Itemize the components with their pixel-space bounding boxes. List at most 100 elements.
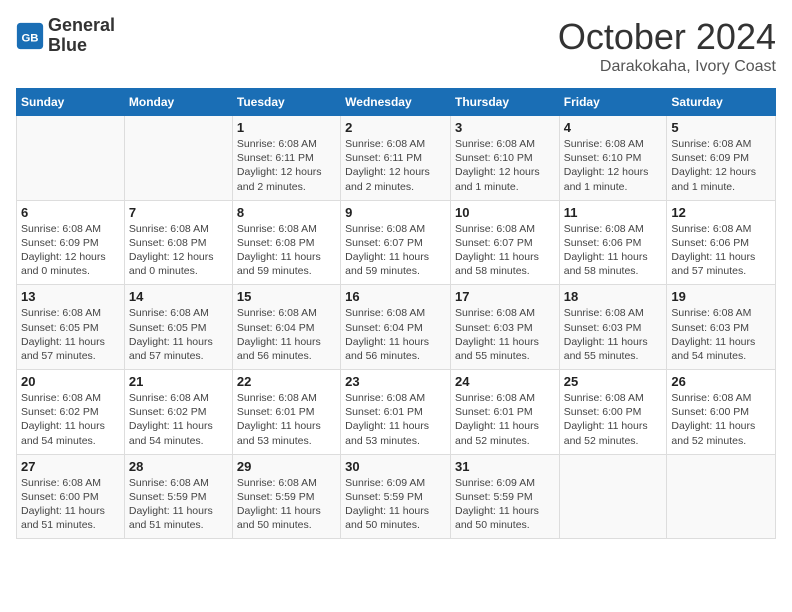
calendar-cell: 2Sunrise: 6:08 AM Sunset: 6:11 PM Daylig…	[341, 116, 451, 201]
day-number: 12	[671, 205, 771, 220]
calendar-cell: 31 Sunrise: 6:09 AM Sunset: 5:59 PM Dayli…	[450, 454, 559, 539]
weekday-header: Sunday	[17, 89, 125, 116]
calendar-cell: 21 Sunrise: 6:08 AM Sunset: 6:02 PM Dayli…	[124, 370, 232, 455]
day-info: Sunrise: 6:08 AM Sunset: 6:07 PM Dayligh…	[345, 222, 446, 279]
day-info: Sunrise: 6:08 AM Sunset: 5:59 PM Dayligh…	[237, 476, 336, 533]
day-number: 24	[455, 374, 555, 389]
day-info: Sunrise: 6:08 AM Sunset: 6:00 PM Dayligh…	[21, 476, 120, 533]
month-title: October 2024	[558, 16, 776, 58]
calendar-cell	[667, 454, 776, 539]
day-number: 6	[21, 205, 120, 220]
logo-line1: General	[48, 16, 115, 36]
day-number: 23	[345, 374, 446, 389]
day-info: Sunrise: 6:09 AM Sunset: 5:59 PM Dayligh…	[455, 476, 555, 533]
calendar-week-row: 27Sunrise: 6:08 AM Sunset: 6:00 PM Dayli…	[17, 454, 776, 539]
calendar-week-row: 1 Sunrise: 6:08 AM Sunset: 6:11 PM Daylig…	[17, 116, 776, 201]
calendar-cell: 20 Sunrise: 6:08 AM Sunset: 6:02 PM Dayli…	[17, 370, 125, 455]
day-info: Sunrise: 6:08 AM Sunset: 6:04 PM Dayligh…	[345, 306, 446, 363]
calendar-cell: 19 Sunrise: 6:08 AM Sunset: 6:03 PM Dayli…	[667, 285, 776, 370]
weekday-header: Wednesday	[341, 89, 451, 116]
weekday-header: Monday	[124, 89, 232, 116]
day-number: 8	[237, 205, 336, 220]
day-number: 10	[455, 205, 555, 220]
day-number: 22	[237, 374, 336, 389]
day-info: Sunrise: 6:08 AM Sunset: 6:08 PM Dayligh…	[237, 222, 336, 279]
day-info: Sunrise: 6:08 AM Sunset: 6:08 PM Dayligh…	[129, 222, 228, 279]
weekday-header: Thursday	[450, 89, 559, 116]
day-info: Sunrise: 6:08 AM Sunset: 6:03 PM Dayligh…	[564, 306, 663, 363]
day-number: 4	[564, 120, 663, 135]
day-info: Sunrise: 6:08 AM Sunset: 6:11 PM Dayligh…	[237, 137, 336, 194]
calendar-cell: 28 Sunrise: 6:08 AM Sunset: 5:59 PM Dayli…	[124, 454, 232, 539]
day-number: 30	[345, 459, 446, 474]
weekday-header: Tuesday	[232, 89, 340, 116]
calendar-cell: 9 Sunrise: 6:08 AM Sunset: 6:07 PM Daylig…	[341, 200, 451, 285]
calendar-week-row: 20 Sunrise: 6:08 AM Sunset: 6:02 PM Dayli…	[17, 370, 776, 455]
calendar-cell: 6 Sunrise: 6:08 AM Sunset: 6:09 PM Daylig…	[17, 200, 125, 285]
day-info: Sunrise: 6:08 AM Sunset: 6:01 PM Dayligh…	[455, 391, 555, 448]
day-number: 29	[237, 459, 336, 474]
calendar-cell: 8 Sunrise: 6:08 AM Sunset: 6:08 PM Daylig…	[232, 200, 340, 285]
day-number: 20	[21, 374, 120, 389]
calendar-cell: 15 Sunrise: 6:08 AM Sunset: 6:04 PM Dayli…	[232, 285, 340, 370]
calendar-cell: 14 Sunrise: 6:08 AM Sunset: 6:05 PM Dayli…	[124, 285, 232, 370]
calendar-cell: 29 Sunrise: 6:08 AM Sunset: 5:59 PM Dayli…	[232, 454, 340, 539]
calendar-cell: 10 Sunrise: 6:08 AM Sunset: 6:07 PM Dayli…	[450, 200, 559, 285]
day-info: Sunrise: 6:08 AM Sunset: 6:06 PM Dayligh…	[564, 222, 663, 279]
day-info: Sunrise: 6:08 AM Sunset: 6:04 PM Dayligh…	[237, 306, 336, 363]
day-number: 11	[564, 205, 663, 220]
day-number: 9	[345, 205, 446, 220]
calendar-cell: 25Sunrise: 6:08 AM Sunset: 6:00 PM Dayli…	[559, 370, 667, 455]
day-number: 26	[671, 374, 771, 389]
day-number: 18	[564, 289, 663, 304]
calendar-header-row: SundayMondayTuesdayWednesdayThursdayFrid…	[17, 89, 776, 116]
calendar-cell: 1 Sunrise: 6:08 AM Sunset: 6:11 PM Daylig…	[232, 116, 340, 201]
calendar-cell: 12 Sunrise: 6:08 AM Sunset: 6:06 PM Dayli…	[667, 200, 776, 285]
day-info: Sunrise: 6:08 AM Sunset: 6:06 PM Dayligh…	[671, 222, 771, 279]
calendar-cell: 23Sunrise: 6:08 AM Sunset: 6:01 PM Dayli…	[341, 370, 451, 455]
day-number: 28	[129, 459, 228, 474]
day-info: Sunrise: 6:08 AM Sunset: 6:10 PM Dayligh…	[455, 137, 555, 194]
day-number: 1	[237, 120, 336, 135]
day-number: 13	[21, 289, 120, 304]
day-number: 5	[671, 120, 771, 135]
day-info: Sunrise: 6:08 AM Sunset: 6:05 PM Dayligh…	[129, 306, 228, 363]
day-info: Sunrise: 6:08 AM Sunset: 6:02 PM Dayligh…	[21, 391, 120, 448]
calendar-cell	[17, 116, 125, 201]
calendar-cell	[559, 454, 667, 539]
day-info: Sunrise: 6:08 AM Sunset: 6:09 PM Dayligh…	[671, 137, 771, 194]
day-info: Sunrise: 6:08 AM Sunset: 6:07 PM Dayligh…	[455, 222, 555, 279]
day-number: 16	[345, 289, 446, 304]
page-header: GB General Blue October 2024 Darakokaha,…	[16, 16, 776, 76]
day-number: 31	[455, 459, 555, 474]
calendar-cell: 5 Sunrise: 6:08 AM Sunset: 6:09 PM Daylig…	[667, 116, 776, 201]
day-info: Sunrise: 6:08 AM Sunset: 5:59 PM Dayligh…	[129, 476, 228, 533]
calendar-cell: 24 Sunrise: 6:08 AM Sunset: 6:01 PM Dayli…	[450, 370, 559, 455]
location-title: Darakokaha, Ivory Coast	[558, 58, 776, 76]
day-number: 15	[237, 289, 336, 304]
calendar-cell: 16 Sunrise: 6:08 AM Sunset: 6:04 PM Dayli…	[341, 285, 451, 370]
title-block: October 2024 Darakokaha, Ivory Coast	[558, 16, 776, 76]
calendar-cell: 7Sunrise: 6:08 AM Sunset: 6:08 PM Daylig…	[124, 200, 232, 285]
day-number: 14	[129, 289, 228, 304]
calendar-cell: 26 Sunrise: 6:08 AM Sunset: 6:00 PM Dayli…	[667, 370, 776, 455]
day-info: Sunrise: 6:08 AM Sunset: 6:03 PM Dayligh…	[671, 306, 771, 363]
logo-icon: GB	[16, 22, 44, 50]
day-number: 17	[455, 289, 555, 304]
day-info: Sunrise: 6:08 AM Sunset: 6:00 PM Dayligh…	[671, 391, 771, 448]
weekday-header: Friday	[559, 89, 667, 116]
day-info: Sunrise: 6:08 AM Sunset: 6:10 PM Dayligh…	[564, 137, 663, 194]
calendar-cell	[124, 116, 232, 201]
day-info: Sunrise: 6:09 AM Sunset: 5:59 PM Dayligh…	[345, 476, 446, 533]
day-number: 19	[671, 289, 771, 304]
calendar-cell: 13Sunrise: 6:08 AM Sunset: 6:05 PM Dayli…	[17, 285, 125, 370]
day-info: Sunrise: 6:08 AM Sunset: 6:09 PM Dayligh…	[21, 222, 120, 279]
day-number: 3	[455, 120, 555, 135]
day-number: 21	[129, 374, 228, 389]
day-info: Sunrise: 6:08 AM Sunset: 6:03 PM Dayligh…	[455, 306, 555, 363]
day-number: 25	[564, 374, 663, 389]
calendar-cell: 30 Sunrise: 6:09 AM Sunset: 5:59 PM Dayli…	[341, 454, 451, 539]
day-info: Sunrise: 6:08 AM Sunset: 6:02 PM Dayligh…	[129, 391, 228, 448]
calendar-cell: 18 Sunrise: 6:08 AM Sunset: 6:03 PM Dayli…	[559, 285, 667, 370]
calendar-week-row: 13 Sunrise: 6:08 AM Sunset: 6:05 PM Dayli…	[17, 285, 776, 370]
